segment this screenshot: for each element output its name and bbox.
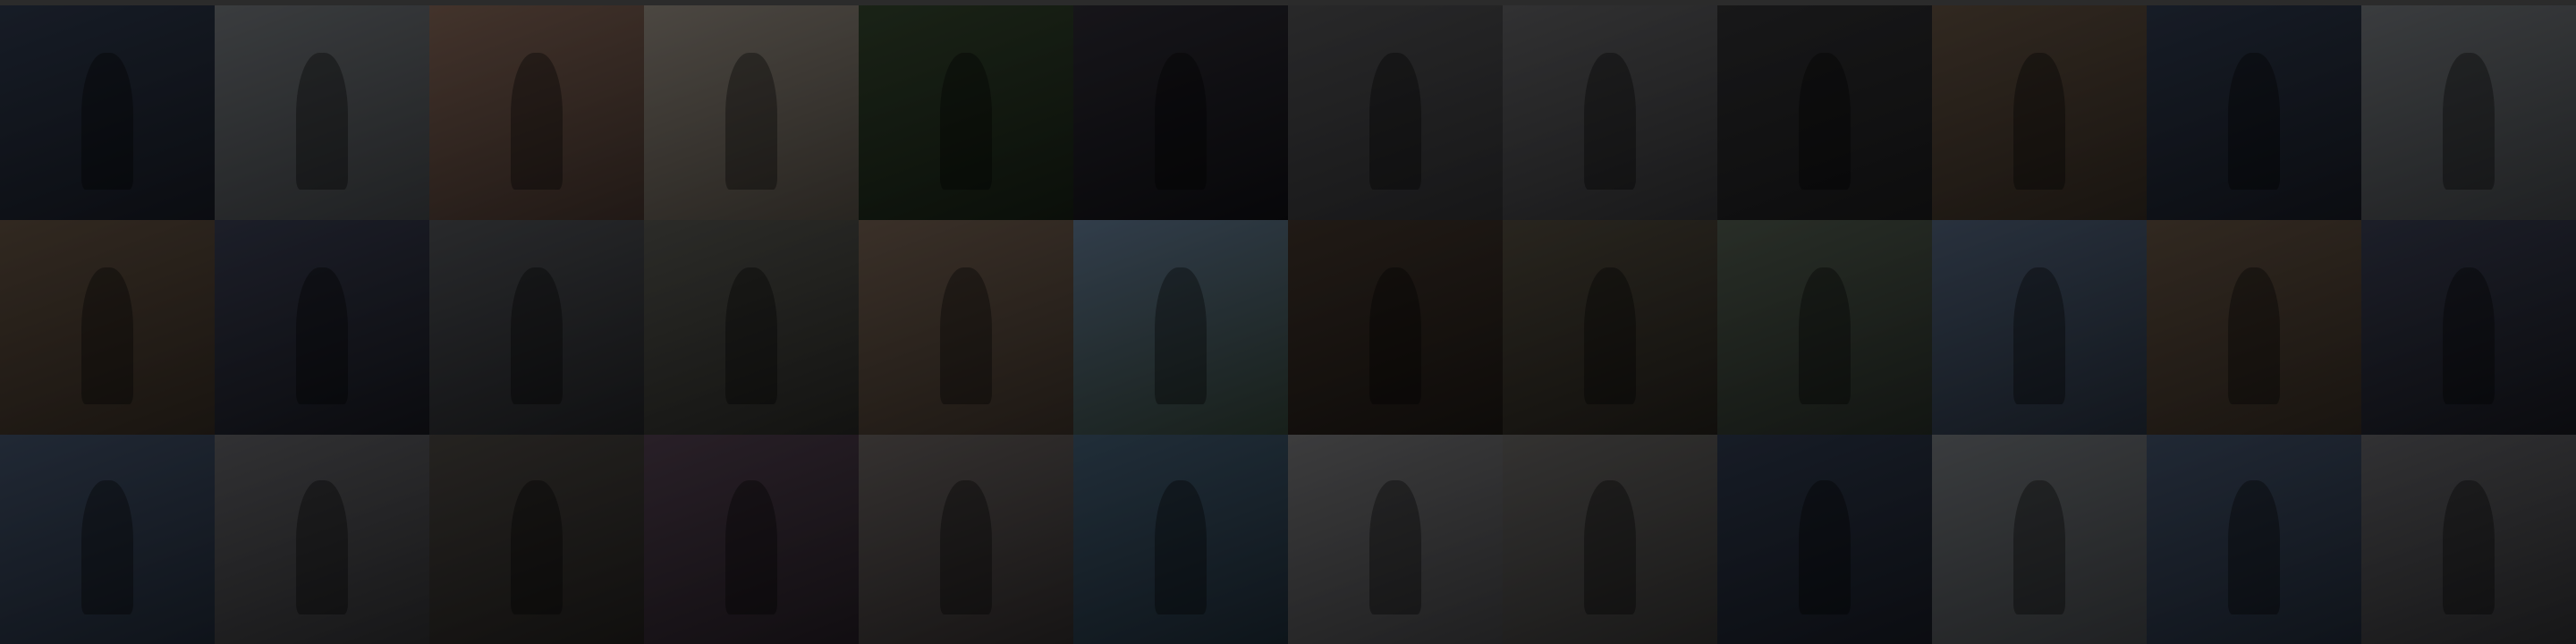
photo-tile-indoor-dark (1717, 5, 1932, 220)
dark-overlay (2361, 220, 2576, 435)
photo-tile-ski-jump (215, 435, 429, 644)
photo-tile-gym-pullup (1717, 435, 1932, 644)
photo-tile-palm-sunset (2361, 220, 2576, 435)
photo-tile-gym-couple (1932, 5, 2147, 220)
photo-tile-skydive (1073, 435, 1288, 644)
photo-tile-bridge-walkway (1932, 435, 2147, 644)
dark-overlay (1717, 5, 1932, 220)
dark-overlay (2147, 220, 2361, 435)
photo-mosaic-background (0, 5, 2576, 644)
dark-overlay (1288, 220, 1503, 435)
dark-overlay (1073, 435, 1288, 644)
photo-tile-gym-couple (0, 220, 215, 435)
photo-tile-palm-sunset (215, 220, 429, 435)
dark-overlay (429, 5, 644, 220)
photo-tile-lake-sky (1073, 220, 1288, 435)
photo-tile-snowboard (1932, 220, 2147, 435)
dark-overlay (1932, 5, 2147, 220)
photo-tile-snowboard (2147, 435, 2361, 644)
dark-overlay (1503, 435, 1717, 644)
photo-tile-pole-room (644, 435, 859, 644)
dark-overlay (429, 220, 644, 435)
dark-overlay (2147, 5, 2361, 220)
dark-overlay (859, 5, 1073, 220)
dark-overlay (215, 220, 429, 435)
photo-tile-gym-red-shirt (1288, 220, 1503, 435)
photo-tile-runner (1717, 220, 1932, 435)
photo-tile-gym-class (429, 220, 644, 435)
photo-tile-gym-trainers (1503, 435, 1717, 644)
dark-overlay (1503, 5, 1717, 220)
photo-tile-gym-pullup (2147, 5, 2361, 220)
dark-overlay (859, 220, 1073, 435)
photo-tile-gym-weights (1503, 220, 1717, 435)
photo-tile-gym-lift (1503, 5, 1717, 220)
photo-tile-dog-selfie (859, 435, 1073, 644)
dark-overlay (1717, 220, 1932, 435)
photo-tile-gym-stretch (644, 220, 859, 435)
photo-tile-gym-pullup (0, 5, 215, 220)
photo-tile-portrait (1288, 5, 1503, 220)
photo-tile-gym-couple (2147, 220, 2361, 435)
dark-overlay (0, 220, 215, 435)
dark-overlay (2147, 435, 2361, 644)
dark-overlay (1503, 220, 1717, 435)
photo-tile-forest-path (859, 5, 1073, 220)
dark-overlay (1932, 435, 2147, 644)
dark-overlay (1288, 435, 1503, 644)
photo-tile-concert-crowd (1073, 5, 1288, 220)
dark-overlay (1717, 435, 1932, 644)
dark-overlay (644, 5, 859, 220)
photo-tile-treadmill (429, 435, 644, 644)
dark-overlay (2361, 435, 2576, 644)
dark-overlay (859, 435, 1073, 644)
dark-overlay (1932, 220, 2147, 435)
dark-overlay (644, 220, 859, 435)
photo-tile-desert-bike (859, 220, 1073, 435)
dark-overlay (1073, 220, 1288, 435)
photo-tile-bridge-walkway (2361, 5, 2576, 220)
dark-overlay (644, 435, 859, 644)
dark-overlay (0, 5, 215, 220)
dark-overlay (215, 435, 429, 644)
dark-overlay (215, 5, 429, 220)
photo-tile-bridge-walkway (215, 5, 429, 220)
photo-tile-snowboard (0, 435, 215, 644)
dark-overlay (1073, 5, 1288, 220)
dark-overlay (2361, 5, 2576, 220)
dark-overlay (429, 435, 644, 644)
photo-tile-child-gym (644, 5, 859, 220)
photo-tile-airplane (1288, 435, 1503, 644)
photo-tile-ski-jump (2361, 435, 2576, 644)
dark-overlay (1288, 5, 1503, 220)
dark-overlay (0, 435, 215, 644)
photo-tile-mirror-selfie (429, 5, 644, 220)
